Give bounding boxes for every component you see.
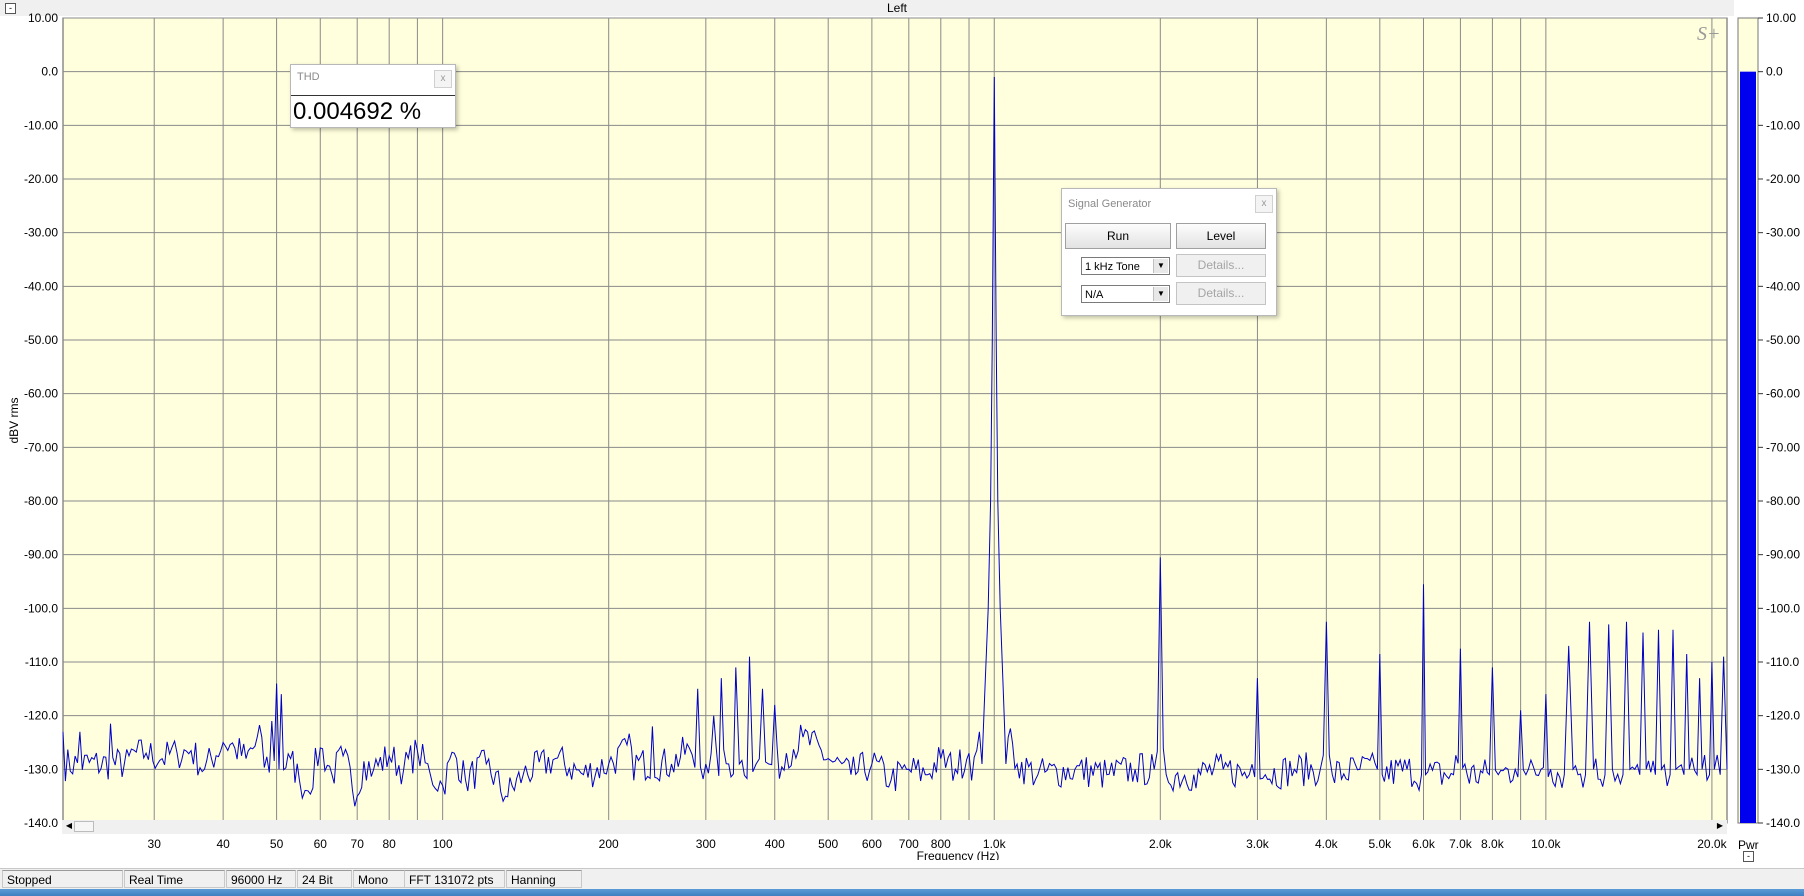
thd-close-icon[interactable]: x [434, 70, 452, 88]
status-window: Hanning [506, 870, 582, 888]
source2-select[interactable]: N/A ▼ [1081, 285, 1170, 303]
plot-background [62, 17, 1728, 824]
status-fft-size: FFT 131072 pts [404, 870, 505, 888]
meter-scale: 10.000.0-10.00-20.00-30.00-40.00-50.00-6… [1758, 11, 1800, 830]
signal-generator-close-icon[interactable]: x [1255, 195, 1273, 213]
thd-value: 0.004692 % [293, 98, 422, 125]
thd-divider [291, 95, 455, 96]
x-tick-label: 7.0k [1449, 837, 1473, 851]
status-mode: Real Time [124, 870, 225, 888]
thd-title: THD [297, 71, 320, 83]
x-scrollbar[interactable]: ◀ ▶ [62, 820, 1727, 834]
y-axis-label: dBV rms [7, 397, 21, 443]
y-tick-label: -40.00 [24, 279, 58, 293]
x-tick-label: 500 [818, 837, 838, 851]
x-tick-label: 4.0k [1315, 837, 1339, 851]
meter-level-bar [1740, 71, 1756, 823]
scroll-right-icon[interactable]: ▶ [1715, 821, 1725, 831]
x-tick-label: 6.0k [1412, 837, 1436, 851]
x-tick-label: 70 [351, 837, 365, 851]
status-state: Stopped [2, 870, 123, 888]
app-logo: S+ [1697, 23, 1721, 45]
source2-selected: N/A [1085, 289, 1104, 301]
y-tick-label: -90.00 [24, 548, 58, 562]
y-axis-ticks: 10.00 0.0 -10.00 -20.00 -30.00 -40.00 -50.00 -6… [24, 11, 58, 830]
x-tick-label: 200 [599, 837, 619, 851]
thd-panel[interactable]: THD x 0.004692 % [290, 64, 456, 128]
y-tick-label: -20.00 [24, 172, 58, 186]
x-tick-label: 3.0k [1246, 837, 1270, 851]
x-tick-label: 100 [433, 837, 453, 851]
meter-collapse-button[interactable]: - [1743, 851, 1754, 862]
x-tick-label: 600 [862, 837, 882, 851]
scroll-thumb[interactable] [74, 821, 94, 832]
x-tick-label: 5.0k [1368, 837, 1392, 851]
x-tick-label: 30 [148, 837, 162, 851]
meter-tick-label: -60.00 [1766, 387, 1800, 401]
meter-tick-label: -120.0 [1766, 709, 1800, 723]
meter-tick-label: -70.00 [1766, 440, 1800, 454]
x-axis-label: Frequency (Hz) [917, 849, 1000, 860]
x-tick-label: 50 [270, 837, 284, 851]
meter-background [1737, 17, 1759, 824]
taskbar [0, 889, 1804, 896]
meter-tick-label: -110.0 [1766, 655, 1799, 669]
spectrum-plot: 10.00 0.0 -10.00 -20.00 -30.00 -40.00 -50.00 -6… [7, 11, 1728, 860]
y-tick-label: -80.00 [24, 494, 58, 508]
run-button[interactable]: Run [1065, 223, 1171, 249]
x-tick-label: 300 [696, 837, 716, 851]
x-tick-label: 20.0k [1697, 837, 1727, 851]
y-tick-label: -30.00 [24, 226, 58, 240]
meter-tick-label: -90.00 [1766, 548, 1800, 562]
x-tick-label: 8.0k [1481, 837, 1505, 851]
x-tick-label: 60 [314, 837, 328, 851]
meter-tick-label: 0.0 [1766, 65, 1783, 79]
y-tick-label: 10.00 [28, 11, 58, 25]
meter-tick-label: -100.0 [1766, 601, 1800, 615]
y-tick-label: -110.0 [25, 655, 58, 669]
level-button[interactable]: Level [1176, 223, 1266, 249]
y-tick-label: -120.0 [24, 709, 58, 723]
source1-selected: 1 kHz Tone [1085, 261, 1140, 273]
meter-tick-label: -130.0 [1766, 762, 1800, 776]
source1-select[interactable]: 1 kHz Tone ▼ [1081, 257, 1170, 275]
meter-tick-label: -10.00 [1766, 118, 1800, 132]
y-tick-label: -140.0 [24, 816, 58, 830]
meter-tick-label: -80.00 [1766, 494, 1800, 508]
x-tick-label: 10.0k [1531, 837, 1561, 851]
signal-generator-title: Signal Generator [1068, 198, 1152, 210]
chevron-down-icon[interactable]: ▼ [1153, 259, 1168, 273]
status-channels: Mono [353, 870, 405, 888]
meter-tick-label: -20.00 [1766, 172, 1800, 186]
status-bar: Stopped Real Time 96000 Hz 24 Bit Mono F… [0, 868, 1804, 889]
meter-tick-label: -30.00 [1766, 226, 1800, 240]
y-tick-label: -70.00 [24, 440, 58, 454]
y-tick-label: 0.0 [41, 65, 58, 79]
signal-generator-panel[interactable]: Signal Generator x Run Level 1 kHz Tone … [1061, 188, 1277, 316]
status-bit-depth: 24 Bit [297, 870, 352, 888]
x-tick-label: 400 [765, 837, 785, 851]
y-tick-label: -100.0 [24, 601, 58, 615]
status-sample-rate: 96000 Hz [226, 870, 296, 888]
details1-button[interactable]: Details... [1176, 254, 1266, 277]
scroll-left-icon[interactable]: ◀ [64, 821, 74, 831]
meter-tick-label: -50.00 [1766, 333, 1800, 347]
y-tick-label: -130.0 [24, 762, 58, 776]
y-tick-label: -60.00 [24, 387, 58, 401]
y-tick-label: -10.00 [24, 118, 58, 132]
y-tick-label: -50.00 [24, 333, 58, 347]
meter-tick-label: -40.00 [1766, 279, 1800, 293]
meter-tick-label: -140.0 [1766, 816, 1800, 830]
x-tick-label: 80 [383, 837, 397, 851]
details2-button[interactable]: Details... [1176, 282, 1266, 305]
x-tick-label: 40 [216, 837, 230, 851]
meter-label: Pwr [1738, 838, 1759, 852]
x-tick-label: 2.0k [1149, 837, 1173, 851]
chevron-down-icon[interactable]: ▼ [1153, 287, 1168, 301]
